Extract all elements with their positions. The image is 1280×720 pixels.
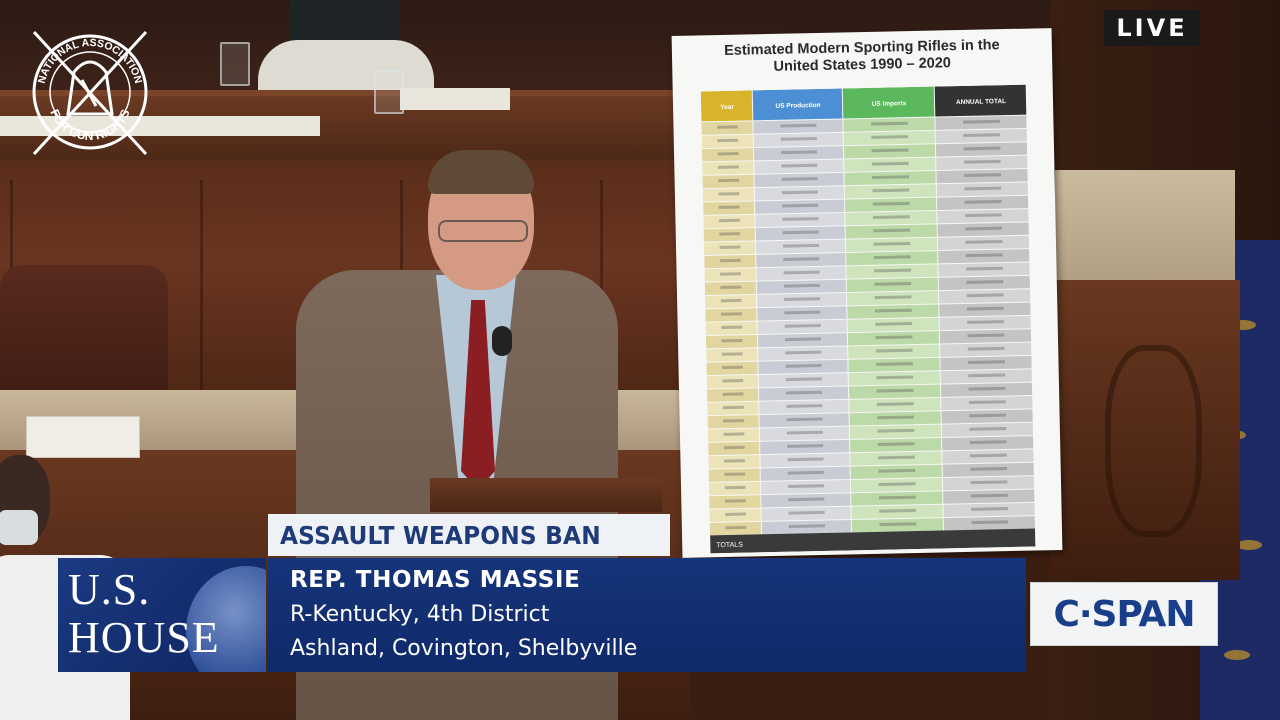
table-cell-value bbox=[718, 192, 740, 196]
table-cell-value bbox=[717, 125, 738, 129]
lectern bbox=[430, 478, 662, 512]
glasses bbox=[438, 220, 528, 242]
table-cell-value bbox=[718, 205, 740, 209]
table-cell-value bbox=[717, 165, 739, 169]
speaker-cities: Ashland, Covington, Shelbyville bbox=[290, 636, 638, 661]
table-cell-value bbox=[717, 152, 739, 156]
video-frame: Estimated Modern Sporting Rifles in the … bbox=[0, 0, 1280, 720]
house-logo-line2: HOUSE bbox=[68, 613, 220, 662]
desk-papers bbox=[400, 88, 510, 110]
liberty-bell-crossed-rifles-icon: NATIONAL ASSOCIATION FOR GUN RIGHTS bbox=[32, 30, 148, 156]
table-cell-value bbox=[725, 512, 747, 516]
table-cell-value bbox=[723, 419, 745, 423]
table-cell-value bbox=[723, 432, 745, 436]
lower-third: REP. THOMAS MASSIE R-Kentucky, 4th Distr… bbox=[268, 558, 1026, 672]
table-cell-value bbox=[724, 485, 746, 490]
face-mask bbox=[0, 510, 38, 545]
totals-label: TOTALS bbox=[716, 542, 743, 550]
table-cell-value bbox=[718, 178, 740, 183]
poster-title: Estimated Modern Sporting Rifles in the … bbox=[723, 37, 1000, 75]
right-desk bbox=[1055, 170, 1235, 290]
column-header-label-2: US Imports bbox=[872, 100, 907, 108]
table-cell-value bbox=[720, 312, 742, 316]
table-cell-value bbox=[723, 445, 745, 450]
us-house-logo: U.S. HOUSE bbox=[58, 558, 266, 672]
speaker-name: REP. THOMAS MASSIE bbox=[290, 567, 581, 593]
live-label: LIVE bbox=[1116, 14, 1188, 42]
table-cell-value bbox=[721, 338, 743, 343]
carved-seal bbox=[1105, 345, 1202, 537]
column-header-label-1: US Production bbox=[775, 102, 820, 110]
table-cell-value bbox=[722, 392, 744, 396]
microphone bbox=[492, 326, 512, 356]
table-cell-value bbox=[721, 352, 743, 356]
table-cell-value bbox=[719, 232, 741, 236]
table-cell-value bbox=[719, 245, 741, 249]
table-cell-value bbox=[719, 258, 741, 263]
table-cell-value bbox=[724, 472, 746, 476]
live-badge: LIVE bbox=[1104, 10, 1200, 46]
table-cell-value bbox=[722, 365, 743, 370]
nagr-logo: NATIONAL ASSOCIATION FOR GUN RIGHTS bbox=[24, 22, 156, 162]
table-cell-value bbox=[720, 272, 741, 276]
chart-poster: Estimated Modern Sporting Rifles in the … bbox=[671, 28, 1063, 558]
table-cell-value bbox=[720, 285, 742, 289]
cspan-logo: C·SPAN bbox=[1030, 582, 1218, 646]
table-cell-value bbox=[724, 499, 746, 503]
chair bbox=[0, 265, 168, 405]
column-header-label-0: Year bbox=[720, 104, 734, 111]
speaker-hair bbox=[428, 150, 534, 194]
water-glass bbox=[220, 42, 250, 86]
table-cell-value bbox=[719, 218, 740, 223]
table-cell-value bbox=[725, 525, 747, 530]
house-logo-line1: U.S. bbox=[68, 565, 151, 614]
water-glass bbox=[374, 70, 404, 114]
table-cell-value bbox=[721, 325, 743, 330]
table-cell-value bbox=[722, 405, 744, 410]
column-header-label-3: ANNUAL TOTAL bbox=[956, 98, 1006, 106]
table-cell-value bbox=[717, 138, 739, 143]
table-cell-value bbox=[724, 459, 745, 463]
ledge-paper bbox=[26, 416, 140, 458]
table-cell-value bbox=[722, 379, 744, 383]
table-cell-value bbox=[720, 298, 742, 303]
topic-banner: ASSAULT WEAPONS BAN bbox=[268, 514, 670, 556]
rifle-table-chart: Year US Production US Imports ANNUAL TOTAL T… bbox=[700, 84, 1036, 554]
speaker-party-district: R-Kentucky, 4th District bbox=[290, 602, 550, 627]
cspan-logo-text: C·SPAN bbox=[1053, 593, 1195, 635]
topic-banner-text: ASSAULT WEAPONS BAN bbox=[280, 520, 601, 550]
